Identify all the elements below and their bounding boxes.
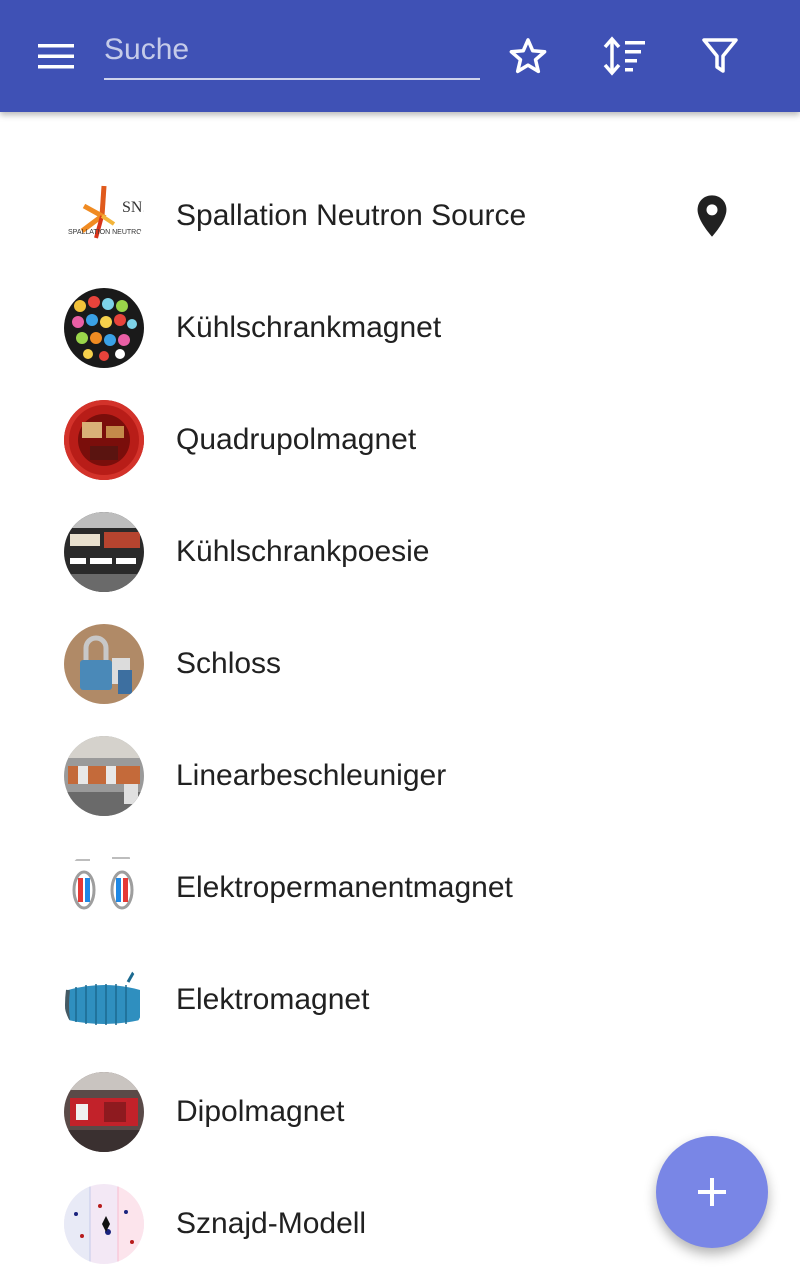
item-thumbnail: SNS SPALLATION NEUTRON SOURCE — [64, 176, 144, 256]
item-thumbnail — [64, 512, 144, 592]
list-item[interactable]: SNS SPALLATION NEUTRON SOURCE Spallation… — [0, 160, 800, 272]
item-label: Sznajd-Modell — [176, 1207, 367, 1240]
list-item[interactable]: Kühlschrankmagnet — [0, 272, 800, 384]
item-thumbnail — [64, 400, 144, 480]
favorites-button[interactable] — [496, 24, 560, 88]
filter-icon — [702, 38, 738, 73]
item-label: Elektromagnet — [176, 983, 370, 1016]
sort-button[interactable] — [592, 24, 656, 88]
item-label: Kühlschrankmagnet — [176, 311, 442, 344]
item-label: Schloss — [176, 647, 282, 680]
search-field — [104, 22, 480, 82]
star-outline-icon — [509, 38, 547, 74]
item-list: SNS SPALLATION NEUTRON SOURCE Spallation… — [0, 160, 800, 1280]
list-item[interactable]: Schloss — [0, 608, 800, 720]
item-thumbnail — [64, 1184, 144, 1264]
item-thumbnail — [64, 848, 144, 928]
item-label: Dipolmagnet — [176, 1095, 345, 1128]
item-label: Kühlschrankpoesie — [176, 535, 430, 568]
plus-icon — [698, 1178, 726, 1206]
item-thumbnail — [64, 288, 144, 368]
list-item[interactable]: Kühlschrankpoesie — [0, 496, 800, 608]
location-pin-icon — [697, 195, 727, 237]
item-thumbnail — [64, 960, 144, 1040]
item-thumbnail — [64, 736, 144, 816]
svg-text:SPALLATION NEUTRON SOURCE: SPALLATION NEUTRON SOURCE — [68, 229, 144, 236]
item-label: Elektropermanentmagnet — [176, 871, 513, 904]
item-thumbnail — [64, 1072, 144, 1152]
list-item[interactable]: Elektropermanentmagnet — [0, 832, 800, 944]
item-label: Linearbeschleuniger — [176, 759, 447, 792]
list-item[interactable]: Quadrupolmagnet — [0, 384, 800, 496]
svg-text:SNS: SNS — [122, 199, 144, 216]
filter-button[interactable] — [688, 24, 752, 88]
list-item[interactable]: Elektromagnet — [0, 944, 800, 1056]
item-thumbnail — [64, 624, 144, 704]
menu-button[interactable] — [24, 28, 88, 84]
app-bar — [0, 0, 800, 112]
menu-icon — [38, 44, 74, 69]
add-item-button[interactable] — [656, 1136, 768, 1248]
search-input[interactable] — [104, 22, 480, 80]
location-button[interactable] — [688, 192, 736, 240]
item-label: Spallation Neutron Source — [176, 199, 527, 232]
list-item[interactable]: Linearbeschleuniger — [0, 720, 800, 832]
sort-icon — [603, 36, 645, 76]
item-label: Quadrupolmagnet — [176, 423, 417, 456]
